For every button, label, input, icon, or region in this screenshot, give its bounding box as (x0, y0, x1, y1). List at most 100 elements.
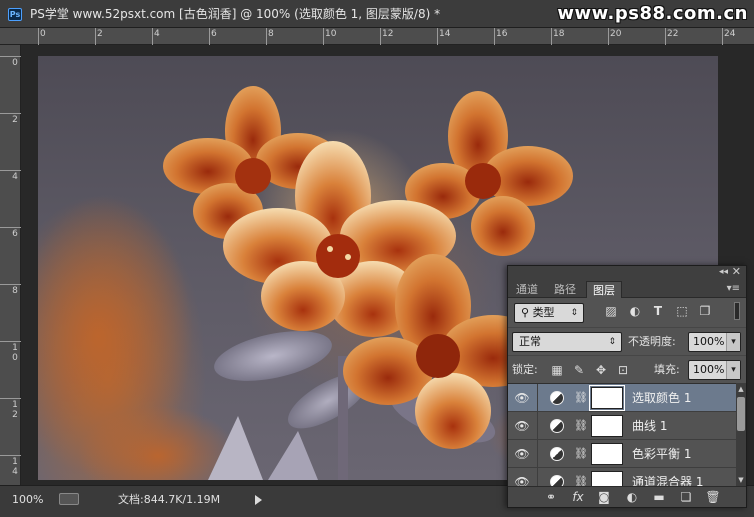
mask-link-icon[interactable]: ⛓ (574, 418, 588, 434)
close-panel-icon[interactable]: ✕ (732, 266, 741, 278)
ruler-tick-label: 8 (12, 286, 18, 296)
filter-kind-select[interactable]: ⚲ 类型 ⇕ (514, 303, 584, 323)
panel-menu-icon[interactable]: ▾≡ (727, 283, 740, 294)
fill-label: 填充: (654, 363, 680, 376)
ruler-tick-mark (551, 28, 552, 45)
ruler-tick-mark (0, 56, 21, 57)
filter-kind-label: 类型 (532, 306, 555, 319)
blend-row: 正常 ⇕ 不透明度: 100% ▾ (508, 327, 746, 355)
status-link-icon[interactable] (59, 493, 79, 505)
layer-row[interactable]: 👁 ⛓ 色彩平衡 1 (508, 440, 736, 468)
add-mask-icon[interactable]: ◙ (596, 490, 612, 504)
smart-object-filter-icon[interactable]: ❐ (697, 304, 713, 318)
divider (537, 412, 538, 440)
adjustment-filter-icon[interactable]: ◐ (627, 304, 643, 318)
divider (537, 384, 538, 412)
type-filter-icon[interactable]: T (650, 304, 666, 318)
image-filter-icon[interactable]: ▨ (603, 304, 619, 318)
adjustment-layer-icon[interactable] (550, 447, 564, 461)
panel-tabs: ▾≡ 通道 路径 图层 (508, 279, 746, 298)
layer-row[interactable]: 👁 ⛓ 选取颜色 1 (508, 384, 736, 412)
collapse-panel-icon[interactable]: ◂◂ (719, 267, 728, 278)
lock-label: 锁定: (512, 363, 538, 376)
tab-layers[interactable]: 图层 (586, 281, 622, 298)
new-group-icon[interactable]: ▬ (651, 490, 667, 504)
link-layers-icon[interactable]: ⚭ (543, 490, 559, 504)
ruler-tick-mark (0, 398, 21, 399)
lock-transparent-pixels-icon[interactable]: ▦ (550, 363, 564, 377)
ruler-tick-mark (0, 227, 21, 228)
tab-channels[interactable]: 通道 (510, 281, 544, 298)
visibility-eye-icon[interactable]: 👁 (512, 447, 532, 461)
panel-header: ◂◂ ✕ (508, 266, 746, 279)
chevron-updown-icon: ⇕ (570, 308, 578, 318)
adjustment-layer-icon[interactable] (550, 419, 564, 433)
lock-image-pixels-icon[interactable]: ✎ (572, 363, 586, 377)
layer-name[interactable]: 色彩平衡 1 (632, 447, 691, 461)
ruler-tick-mark (152, 28, 153, 45)
layer-mask-thumbnail[interactable] (591, 443, 623, 465)
visibility-eye-icon[interactable]: 👁 (512, 419, 532, 433)
ruler-tick-label: 22 (667, 29, 679, 39)
divider (537, 440, 538, 468)
filter-toggle-switch[interactable] (734, 302, 740, 320)
chevron-updown-icon: ⇕ (608, 337, 616, 347)
layer-row[interactable]: 👁 ⛓ 通道混合器 1 (508, 468, 736, 486)
ruler-tick-label: 10 (12, 343, 18, 363)
fill-value: 100% (693, 363, 725, 376)
blend-mode-select[interactable]: 正常 ⇕ (512, 332, 622, 352)
ruler-tick-mark (0, 170, 21, 171)
fill-field[interactable]: 100% ▾ (688, 360, 741, 380)
ruler-tick-mark (494, 28, 495, 45)
shape-filter-icon[interactable]: ⬚ (674, 304, 690, 318)
layer-mask-thumbnail[interactable] (589, 385, 625, 411)
chevron-down-icon[interactable]: ▾ (726, 361, 740, 379)
new-layer-icon[interactable]: ❏ (678, 490, 694, 504)
vertical-ruler[interactable]: 0 2 4 6 8 10 12 14 (0, 45, 21, 485)
status-menu-arrow-icon[interactable] (255, 495, 262, 505)
tab-paths[interactable]: 路径 (548, 281, 582, 298)
ruler-tick-label: 8 (268, 29, 274, 39)
divider (537, 468, 538, 486)
ruler-tick-mark (323, 28, 324, 45)
mask-link-icon[interactable]: ⛓ (574, 446, 588, 462)
layer-name[interactable]: 曲线 1 (632, 419, 667, 433)
layer-name[interactable]: 选取颜色 1 (632, 391, 691, 405)
layer-mask-thumbnail[interactable] (591, 471, 623, 486)
mask-link-icon[interactable]: ⛓ (574, 474, 588, 486)
layer-name[interactable]: 通道混合器 1 (632, 475, 703, 486)
lock-position-icon[interactable]: ✥ (594, 363, 608, 377)
watermark: www.ps88.com.cn (557, 3, 748, 24)
ruler-tick-label: 2 (12, 115, 18, 125)
scroll-up-icon[interactable]: ▲ (736, 385, 746, 393)
adjustment-layer-icon[interactable] (550, 475, 564, 486)
ruler-tick-label: 24 (724, 29, 736, 39)
layer-mask-thumbnail[interactable] (591, 415, 623, 437)
horizontal-ruler[interactable]: 0 2 4 6 8 10 12 14 16 18 20 22 24 (0, 28, 754, 45)
adjustment-layer-icon[interactable] (550, 391, 564, 405)
layers-panel: ◂◂ ✕ ▾≡ 通道 路径 图层 ⚲ 类型 ⇕ ▨ ◐ T ⬚ ❐ 正常 ⇕ 不透明… (507, 265, 747, 508)
ruler-tick-label: 12 (12, 400, 18, 420)
zoom-level[interactable]: 100% (12, 493, 43, 507)
fx-icon[interactable]: fx (570, 490, 586, 504)
ruler-tick-label: 6 (12, 229, 18, 239)
ruler-tick-mark (665, 28, 666, 45)
trash-icon[interactable]: 🗑 (705, 490, 721, 504)
ruler-tick-label: 10 (325, 29, 337, 39)
visibility-eye-icon[interactable]: 👁 (512, 475, 532, 486)
opacity-field[interactable]: 100% ▾ (688, 332, 741, 352)
new-adjustment-icon[interactable]: ◐ (624, 490, 640, 504)
scroll-down-icon[interactable]: ▼ (736, 476, 746, 484)
layers-scrollbar[interactable]: ▲ ▼ (736, 383, 746, 486)
scroll-thumb[interactable] (737, 397, 745, 431)
layer-row[interactable]: 👁 ⛓ 曲线 1 (508, 412, 736, 440)
filter-search-icon: ⚲ (521, 306, 530, 319)
lock-all-icon[interactable]: ⊡ (616, 363, 630, 377)
chevron-down-icon[interactable]: ▾ (726, 333, 740, 351)
lock-row: 锁定: ▦ ✎ ✥ ⊡ 填充: 100% ▾ (508, 355, 746, 383)
ruler-tick-mark (0, 113, 21, 114)
ruler-tick-mark (722, 28, 723, 45)
ruler-tick-label: 6 (211, 29, 217, 39)
visibility-eye-icon[interactable]: 👁 (512, 391, 532, 405)
mask-link-icon[interactable]: ⛓ (574, 390, 588, 406)
